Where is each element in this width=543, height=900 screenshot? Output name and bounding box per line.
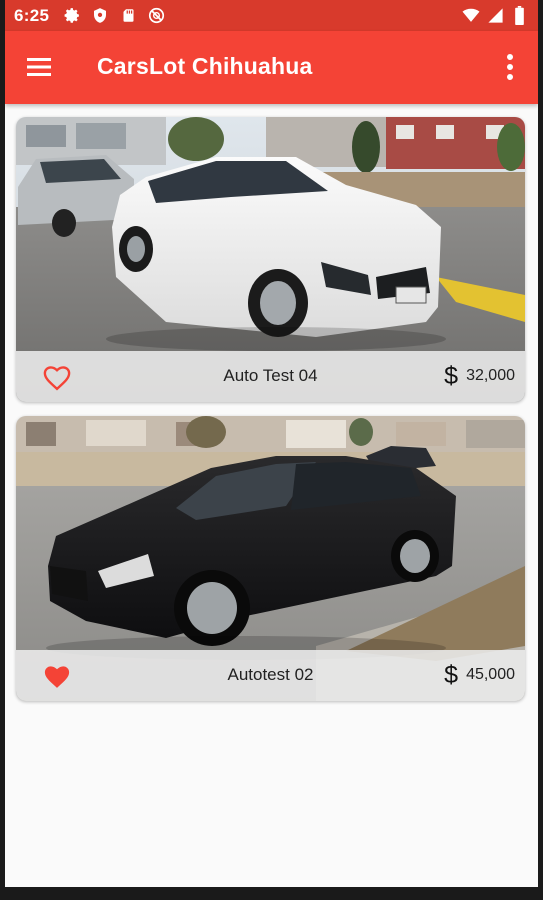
- sd-card-icon: [119, 7, 137, 25]
- signal-icon: [486, 6, 504, 24]
- car-card[interactable]: Auto Test 04 $ 32,000: [16, 117, 525, 402]
- menu-button[interactable]: [25, 53, 53, 81]
- car-card-footer: Autotest 02 $ 45,000: [16, 650, 525, 701]
- car-price: $ 45,000: [444, 660, 515, 690]
- dollar-icon: $: [444, 661, 459, 689]
- wifi-icon: [462, 6, 480, 24]
- more-vert-icon: [507, 54, 513, 80]
- status-bar: 6:25: [5, 0, 538, 31]
- status-system-icons: [462, 5, 528, 25]
- car-price-value: 32,000: [466, 367, 515, 384]
- phone-screen: 6:25 CarsLot Chihuahua Auto Test 04 $ 32…: [5, 0, 538, 887]
- app-title: CarsLot Chihuahua: [97, 53, 313, 79]
- shield-icon: [91, 7, 109, 25]
- app-bar: CarsLot Chihuahua: [5, 31, 538, 104]
- overflow-menu-button[interactable]: [500, 51, 520, 83]
- hamburger-menu-icon: [27, 58, 51, 76]
- car-price-value: 45,000: [466, 666, 515, 683]
- status-notification-icons: [63, 7, 165, 25]
- car-price: $ 32,000: [444, 361, 515, 391]
- gear-icon: [63, 7, 81, 25]
- no-disturb-icon: [147, 7, 165, 25]
- battery-icon: [510, 5, 528, 25]
- car-card[interactable]: Autotest 02 $ 45,000: [16, 416, 525, 701]
- status-time: 6:25: [14, 5, 50, 25]
- dollar-icon: $: [444, 362, 459, 390]
- car-card-footer: Auto Test 04 $ 32,000: [16, 351, 525, 402]
